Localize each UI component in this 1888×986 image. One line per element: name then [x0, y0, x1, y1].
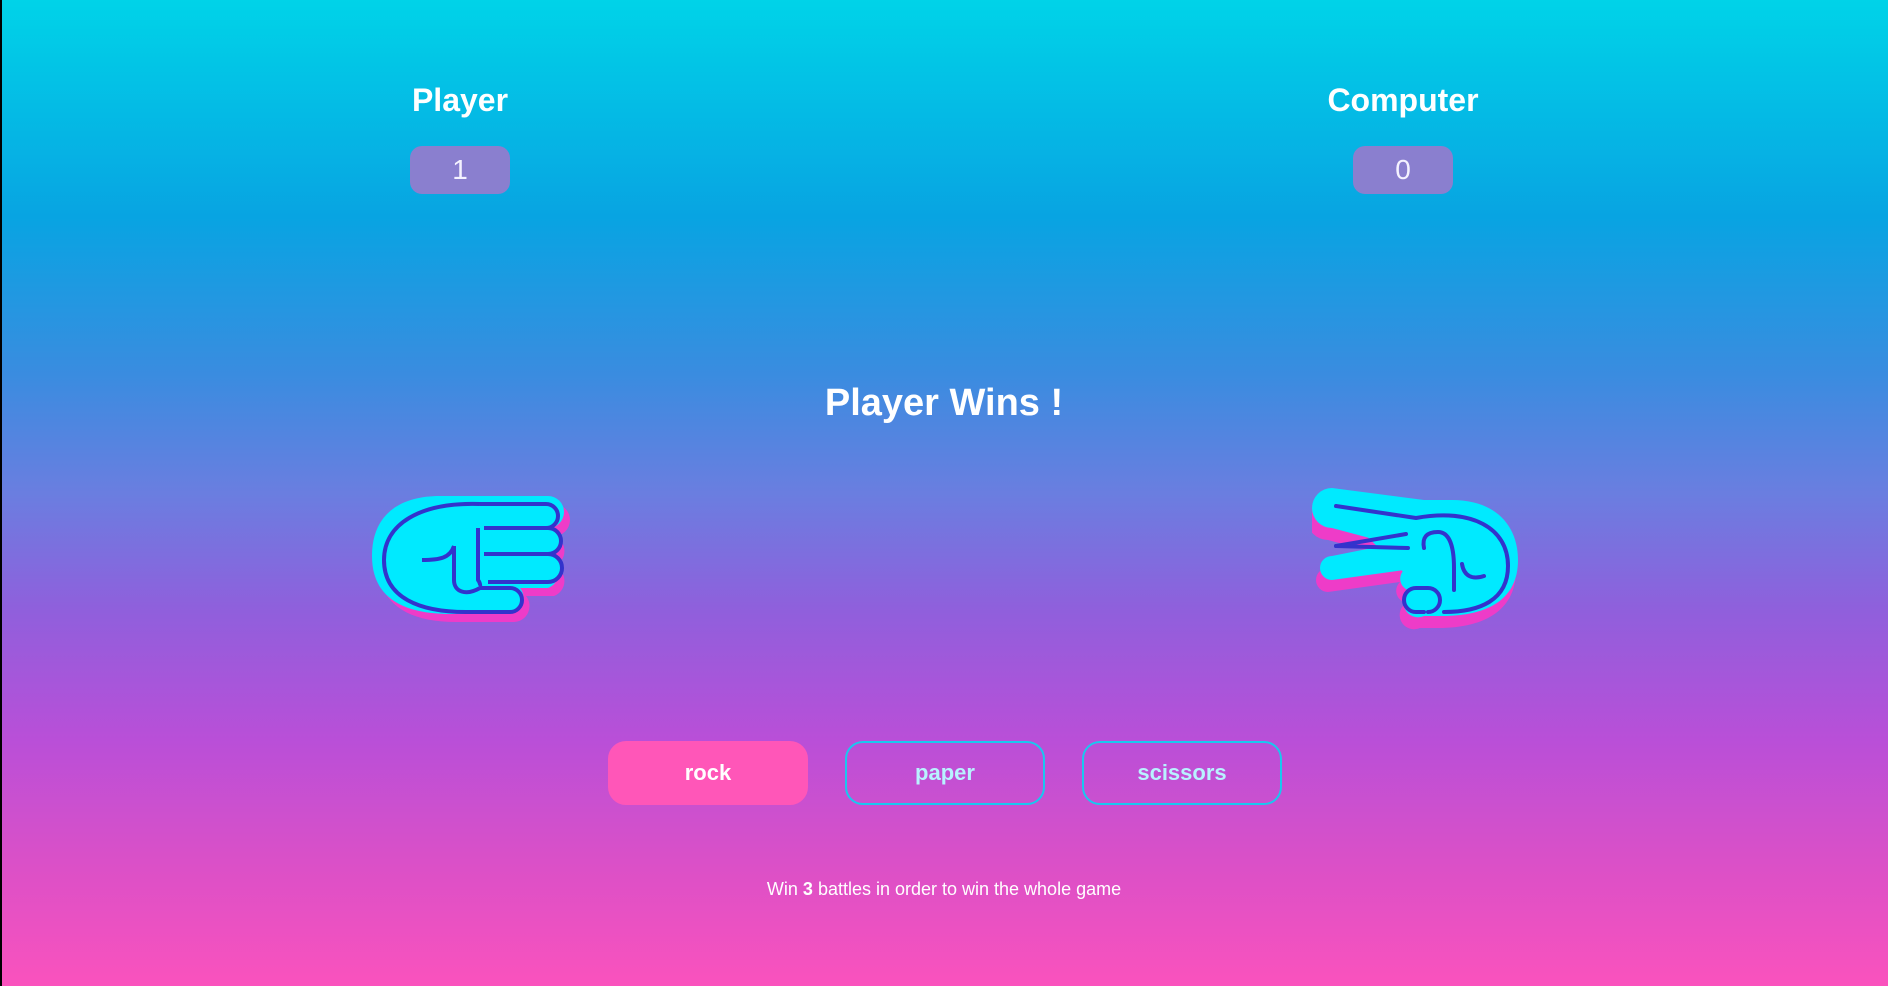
player-score: 1	[410, 146, 510, 194]
paper-button[interactable]: paper	[845, 741, 1045, 805]
window-left-edge	[0, 0, 2, 986]
computer-label: Computer	[1327, 82, 1479, 118]
result-message: Player Wins !	[824, 382, 1064, 424]
choice-buttons: rock paper scissors	[608, 741, 1282, 807]
game-rule-hint: Win 3 battles in order to win the whole …	[0, 878, 1888, 900]
player-label: Player	[411, 82, 509, 118]
rock-hand-icon	[370, 488, 580, 648]
computer-score-panel: Computer 0	[1283, 78, 1523, 194]
hint-suffix: battles in order to win the whole game	[817, 879, 1122, 899]
scissors-button[interactable]: scissors	[1082, 741, 1282, 805]
player-score-panel: Player 1	[340, 78, 580, 194]
hint-target-count: 3	[802, 879, 813, 899]
hint-prefix: Win	[766, 879, 798, 899]
scissors-hand-icon	[1312, 488, 1522, 648]
computer-score: 0	[1353, 146, 1453, 194]
rock-button[interactable]: rock	[608, 741, 808, 805]
